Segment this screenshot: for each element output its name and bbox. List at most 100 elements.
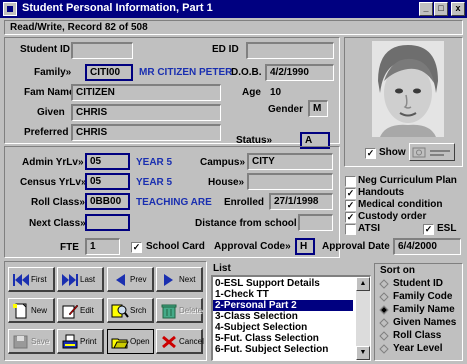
delete-label: Delete <box>179 306 203 315</box>
approval-date-field[interactable]: 6/4/2000 <box>393 238 461 255</box>
list-item[interactable]: 3-Class Selection <box>213 311 353 322</box>
esl-checkbox[interactable]: ✓ <box>423 224 434 235</box>
search-label: Srch <box>130 306 147 315</box>
delete-button[interactable]: Delete <box>156 298 203 323</box>
scroll-up-arrow-icon[interactable]: ▲ <box>356 277 370 291</box>
print-label: Print <box>80 337 97 346</box>
list-item[interactable]: 2-Personal Part 2 <box>213 300 353 311</box>
next-icon <box>164 274 173 286</box>
edit-button[interactable]: Edit <box>57 298 104 323</box>
school-card-checkbox[interactable]: ✓ <box>131 242 142 253</box>
printer-icon <box>62 334 78 349</box>
status-label[interactable]: Status» <box>236 135 272 146</box>
house-field[interactable] <box>247 173 333 190</box>
search-button[interactable]: Srch <box>107 298 154 323</box>
family-field[interactable]: CITI00 <box>85 64 133 81</box>
open-icon <box>111 338 129 349</box>
custody-order-label: Custody order <box>358 211 427 222</box>
distance-field[interactable] <box>298 214 333 231</box>
campus-field[interactable]: CITY <box>247 153 333 170</box>
window-title: Student Personal Information, Part 1 <box>22 2 213 14</box>
edit-label: Edit <box>80 306 94 315</box>
list-item[interactable]: 0-ESL Support Details <box>213 278 353 289</box>
approval-code-field[interactable]: H <box>295 238 315 255</box>
family-label[interactable]: Family» <box>34 67 71 78</box>
handouts-label: Handouts <box>358 187 405 198</box>
given-label: Given <box>37 107 65 118</box>
preferred-field[interactable]: CHRIS <box>71 124 221 141</box>
census-yrlv-field[interactable]: 05 <box>85 173 130 190</box>
given-field[interactable]: CHRIS <box>71 104 221 121</box>
next-button[interactable]: Next <box>156 267 203 292</box>
trash-icon <box>161 304 177 319</box>
list-item[interactable]: 6-Fut. Subject Selection <box>213 344 353 355</box>
admin-yrlv-field[interactable]: 05 <box>85 153 130 170</box>
save-button[interactable]: Save <box>8 329 55 354</box>
open-button[interactable]: Open <box>107 329 154 354</box>
maximize-button[interactable]: □ <box>434 2 448 16</box>
search-icon <box>111 304 129 318</box>
ed-id-field[interactable] <box>246 42 334 59</box>
save-icon <box>13 335 28 349</box>
student-id-field[interactable] <box>71 42 133 59</box>
admin-yrlv-label[interactable]: Admin YrLv» <box>22 157 84 168</box>
sort-option-family-name[interactable]: Family Name <box>393 304 455 315</box>
app-icon[interactable] <box>3 2 17 16</box>
sort-option-given-names[interactable]: Given Names <box>393 317 456 328</box>
title-bar[interactable]: Student Personal Information, Part 1 _ □… <box>0 0 467 18</box>
handouts-checkbox[interactable]: ✓ <box>345 188 356 199</box>
prev-icon <box>116 274 125 286</box>
list-scrollbar[interactable]: ▲ ▼ <box>356 277 370 360</box>
house-label[interactable]: House» <box>208 177 244 188</box>
sort-option-year-level[interactable]: Year Level <box>393 343 442 354</box>
show-photo-checkbox[interactable]: ✓ <box>365 148 376 159</box>
approval-code-label[interactable]: Approval Code» <box>214 241 291 252</box>
list-title: List <box>213 263 231 274</box>
print-button[interactable]: Print <box>57 329 104 354</box>
dob-label: D.O.B. <box>231 67 262 78</box>
gender-field[interactable]: M <box>308 100 328 117</box>
sort-option-student-id[interactable]: Student ID <box>393 278 443 289</box>
family-name-display: MR CITIZEN PETER <box>139 67 233 78</box>
neg-curriculum-checkbox[interactable] <box>345 176 356 187</box>
first-button[interactable]: First <box>8 267 55 292</box>
roll-class-field[interactable]: 0BB00 <box>85 193 130 210</box>
custody-order-checkbox[interactable]: ✓ <box>345 212 356 223</box>
next-class-field[interactable] <box>85 214 130 231</box>
enrolled-field[interactable]: 27/1/1998 <box>269 193 333 210</box>
prev-button[interactable]: Prev <box>107 267 154 292</box>
last-icon <box>62 274 78 286</box>
prev-label: Prev <box>130 275 147 284</box>
list-item[interactable]: 5-Fut. Class Selection <box>213 333 353 344</box>
roll-class-display: TEACHING ARE <box>136 197 212 208</box>
next-class-label[interactable]: Next Class» <box>29 218 86 229</box>
esl-label: ESL <box>437 223 457 234</box>
medical-condition-label: Medical condition <box>358 199 443 210</box>
dob-field[interactable]: 4/2/1990 <box>265 64 334 81</box>
medical-condition-checkbox[interactable]: ✓ <box>345 200 356 211</box>
atsi-checkbox[interactable] <box>345 224 356 235</box>
sort-option-family-code[interactable]: Family Code <box>393 291 452 302</box>
atsi-label: ATSI <box>358 223 381 234</box>
fte-field[interactable]: 1 <box>85 238 120 255</box>
campus-label[interactable]: Campus» <box>200 157 245 168</box>
form-list[interactable]: 0-ESL Support Details 1-Check TT 2-Perso… <box>211 275 371 361</box>
fam-name-field[interactable]: CITIZEN <box>71 84 221 101</box>
next-label: Next <box>179 275 196 284</box>
last-button[interactable]: Last <box>57 267 104 292</box>
status-bar: Read/Write, Record 82 of 508 <box>4 20 463 35</box>
edit-icon <box>62 304 79 319</box>
scroll-down-arrow-icon[interactable]: ▼ <box>356 346 370 360</box>
roll-class-label[interactable]: Roll Class» <box>31 197 85 208</box>
list-item[interactable]: 4-Subject Selection <box>213 322 353 333</box>
census-yrlv-label[interactable]: Census YrLv» <box>20 177 87 188</box>
photo-action-button[interactable] <box>409 143 455 161</box>
age-value: 10 <box>270 87 282 98</box>
minimize-button[interactable]: _ <box>419 2 433 16</box>
list-item[interactable]: 1-Check TT <box>213 289 353 300</box>
cancel-button[interactable]: Cancel <box>156 329 204 354</box>
sort-option-roll-class[interactable]: Roll Class <box>393 330 441 341</box>
close-button[interactable]: x <box>451 2 465 16</box>
enrolled-label: Enrolled <box>224 197 265 208</box>
new-button[interactable]: New <box>8 298 55 323</box>
